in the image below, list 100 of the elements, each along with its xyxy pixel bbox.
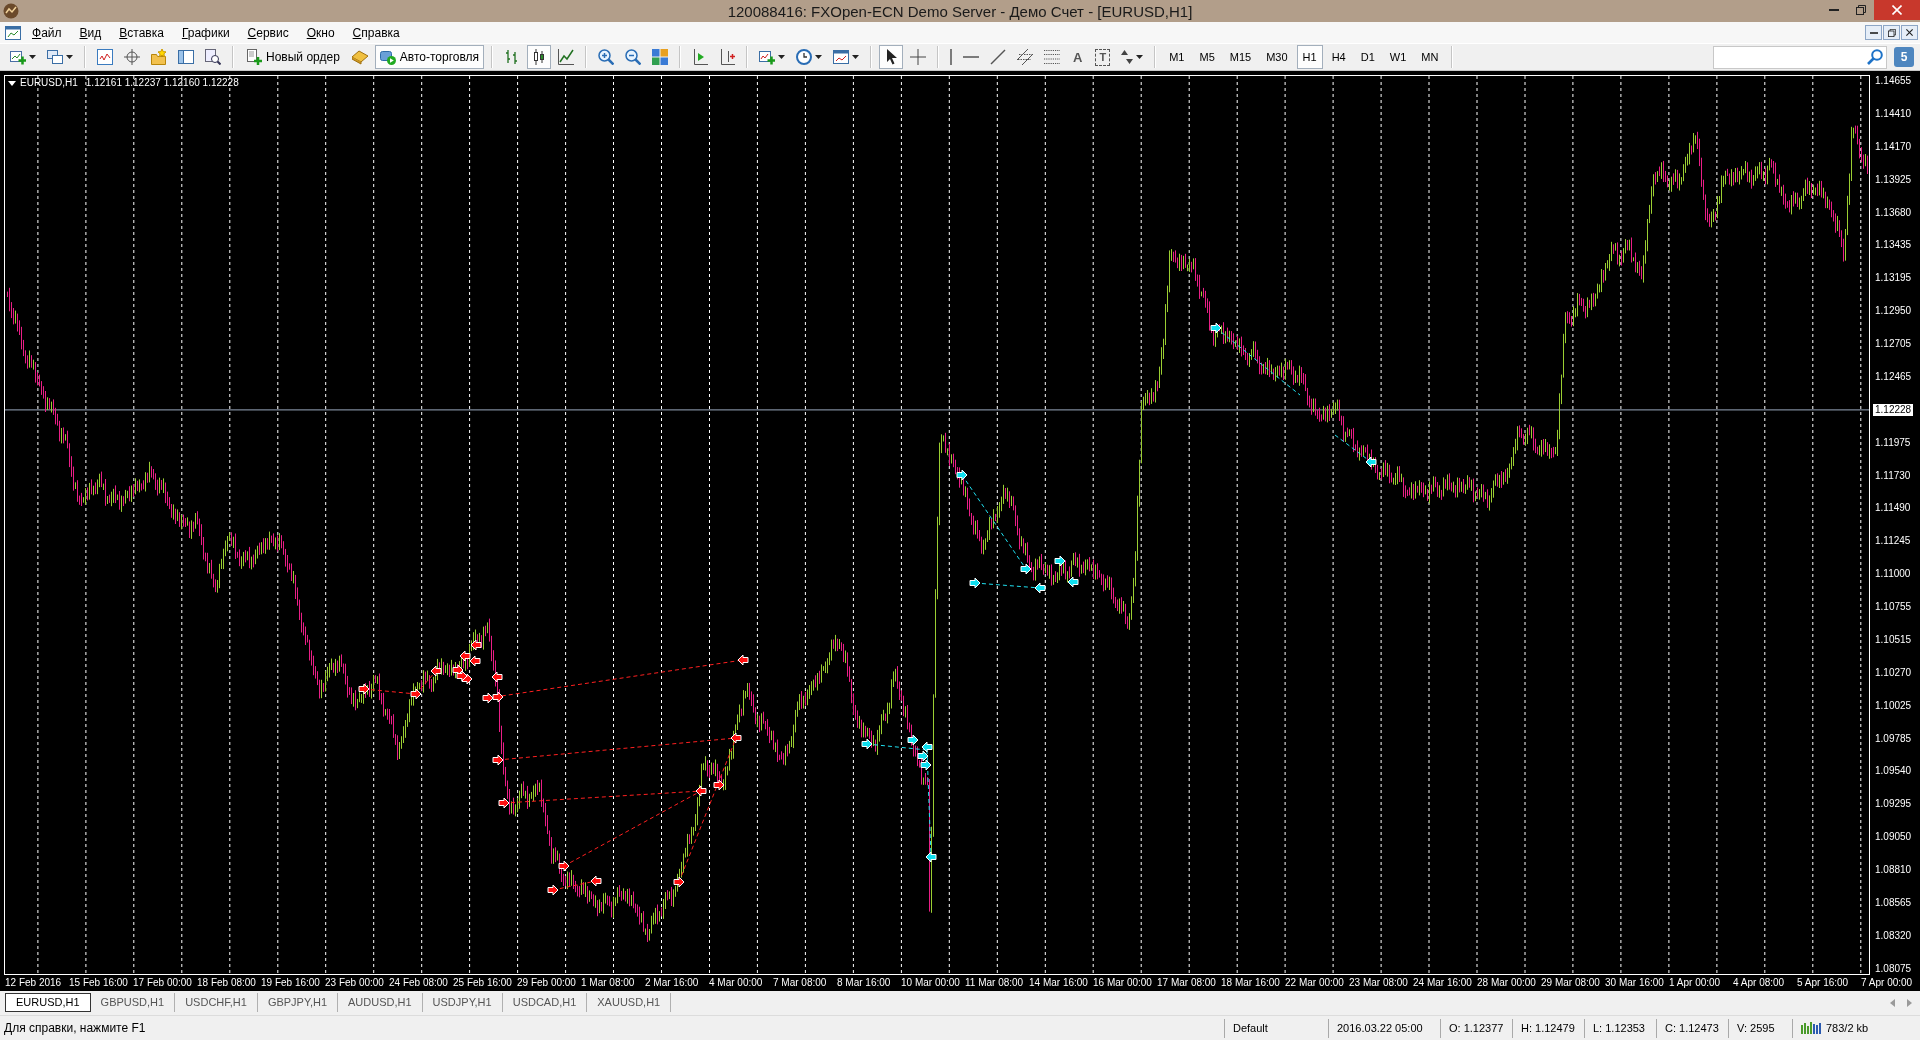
caret-icon — [778, 55, 786, 59]
minimize-button[interactable] — [1865, 25, 1882, 40]
chart-plus-icon — [759, 49, 776, 65]
cursor-button[interactable] — [879, 45, 904, 69]
menu-item[interactable]: Справка — [345, 25, 407, 40]
time-label: 30 Mar 16:00 — [1604, 976, 1665, 990]
horizontal-line-icon[interactable] — [963, 56, 980, 58]
zoom-in-icon[interactable] — [598, 49, 615, 65]
time-label: 22 Mar 00:00 — [1284, 976, 1345, 990]
time-label: 4 Mar 00:00 — [708, 976, 764, 990]
price-label: 1.14655 — [1874, 75, 1913, 87]
menu-item[interactable]: Файл — [25, 25, 69, 40]
candlestick-button[interactable] — [527, 45, 552, 69]
status-text: L: 1.12353 — [1593, 1022, 1645, 1034]
price-label: 1.11245 — [1874, 535, 1912, 548]
price-label: 1.09540 — [1874, 765, 1913, 778]
chart-window-icon[interactable] — [5, 24, 21, 41]
timeframe-button[interactable]: M30 — [1260, 45, 1294, 69]
close-button[interactable] — [1901, 25, 1918, 40]
timeframe-button[interactable]: H4 — [1325, 45, 1352, 69]
traffic-label: 783/2 kb — [1826, 1022, 1869, 1034]
time-label: 18 Mar 16:00 — [1220, 976, 1281, 990]
new-order-button[interactable]: Новый ордер — [241, 45, 345, 69]
menu-item[interactable]: Графики — [174, 25, 237, 40]
status-text: Default — [1233, 1022, 1268, 1034]
chart-tab[interactable]: XAUUSD,H1 — [587, 993, 672, 1012]
timeframe-button[interactable]: M1 — [1163, 45, 1191, 69]
app-logo-icon — [3, 3, 19, 19]
book-icon[interactable] — [351, 49, 368, 65]
price-label: 1.13435 — [1874, 239, 1913, 252]
chart-tab[interactable]: EURUSD,H1 — [5, 993, 91, 1012]
zoom-out-icon[interactable] — [625, 49, 642, 65]
time-label: 29 Feb 00:00 — [516, 976, 577, 990]
time-label: 19 Feb 16:00 — [260, 976, 321, 990]
trendline-icon[interactable] — [990, 49, 1007, 65]
panel-icon[interactable] — [178, 49, 194, 65]
time-label: 14 Mar 16:00 — [1028, 976, 1089, 990]
auto-trading-button[interactable]: Авто-торговля — [374, 45, 485, 69]
tile-windows-icon[interactable] — [652, 49, 669, 65]
price-label: 1.08075 — [1874, 962, 1913, 975]
crosshair-icon[interactable] — [124, 49, 140, 65]
timeframe-button[interactable]: W1 — [1383, 45, 1413, 69]
time-label: 1 Apr 00:00 — [1668, 976, 1722, 990]
minimize-icon — [1869, 31, 1878, 34]
search-icon[interactable] — [1867, 49, 1883, 65]
chart-tab[interactable]: GBPUSD,H1 — [90, 993, 176, 1012]
time-label: 7 Mar 08:00 — [772, 976, 828, 990]
time-label: 7 Apr 00:00 — [1860, 976, 1913, 990]
window-title: 120088416: FXOpen-ECN Demo Server - Демо Счет - [EURUSD,H1] — [727, 2, 1193, 20]
status-text: C: 1.12473 — [1665, 1022, 1719, 1034]
time-label: 17 Mar 08:00 — [1156, 976, 1217, 990]
timeframe-button[interactable]: M5 — [1193, 45, 1221, 69]
text-label-button[interactable]: T — [1095, 48, 1111, 66]
time-label: 29 Mar 08:00 — [1540, 976, 1601, 990]
price-label: 1.13925 — [1874, 173, 1913, 186]
chart-tab[interactable]: AUDUSD,H1 — [338, 993, 423, 1012]
chart-tab[interactable]: GBPJPY,H1 — [257, 993, 338, 1012]
restore-button[interactable] — [1883, 25, 1900, 40]
community-button[interactable]: 5 — [1894, 47, 1914, 67]
price-label: 1.11490 — [1874, 502, 1912, 515]
timeframe-button[interactable]: M15 — [1223, 45, 1258, 69]
menu-item[interactable]: Сервис — [240, 25, 296, 40]
document-plus-icon — [246, 49, 262, 65]
search-field[interactable] — [1713, 45, 1887, 69]
chart-tab[interactable]: USDJPY,H1 — [422, 993, 503, 1012]
chart-tab[interactable]: USDCAD,H1 — [502, 993, 588, 1012]
close-icon — [1906, 29, 1913, 36]
up-down-arrows-icon — [1121, 50, 1134, 64]
axis-play-icon[interactable] — [692, 49, 709, 65]
timeframe-button[interactable]: D1 — [1354, 45, 1381, 69]
menu-item[interactable]: Вид — [72, 25, 109, 40]
price-label: 1.11000 — [1874, 568, 1912, 581]
time-label: 1 Mar 08:00 — [580, 976, 636, 990]
status-text: O: 1.12377 — [1449, 1022, 1504, 1034]
document-magnifier-icon[interactable] — [205, 49, 221, 65]
axis-shift-icon[interactable] — [719, 49, 736, 65]
time-label: 12 Feb 2016 — [4, 976, 63, 990]
text-tool-button[interactable]: A — [1067, 45, 1089, 69]
timeframe-button[interactable]: H1 — [1296, 45, 1323, 69]
time-label: 18 Feb 08:00 — [196, 976, 257, 990]
time-label: 24 Feb 08:00 — [388, 976, 449, 990]
restore-icon — [1887, 28, 1896, 37]
vertical-line-icon[interactable] — [950, 49, 953, 65]
menu-item[interactable]: Вставка — [112, 25, 171, 40]
dotted-lines-icon[interactable] — [1044, 50, 1061, 64]
price-label: 1.09050 — [1874, 831, 1913, 844]
chart-tab[interactable]: USDCHF,H1 — [175, 993, 258, 1012]
status-text: V: 2595 — [1737, 1022, 1775, 1034]
timeframe-button[interactable]: MN — [1415, 45, 1445, 69]
price-label: 1.10755 — [1874, 601, 1913, 613]
time-label: 2 Mar 16:00 — [644, 976, 700, 990]
channel-icon[interactable] — [1017, 49, 1034, 65]
time-label: 17 Feb 00:00 — [132, 976, 193, 990]
chart-window-icon[interactable] — [97, 49, 113, 65]
time-label: 4 Apr 08:00 — [1732, 976, 1786, 990]
time-label: 8 Mar 16:00 — [836, 976, 892, 990]
menu-item[interactable]: Окно — [299, 25, 342, 40]
folder-star-icon[interactable] — [151, 49, 167, 65]
price-label: 1.11730 — [1874, 469, 1912, 482]
status-text: 2016.03.22 05:00 — [1337, 1022, 1423, 1034]
